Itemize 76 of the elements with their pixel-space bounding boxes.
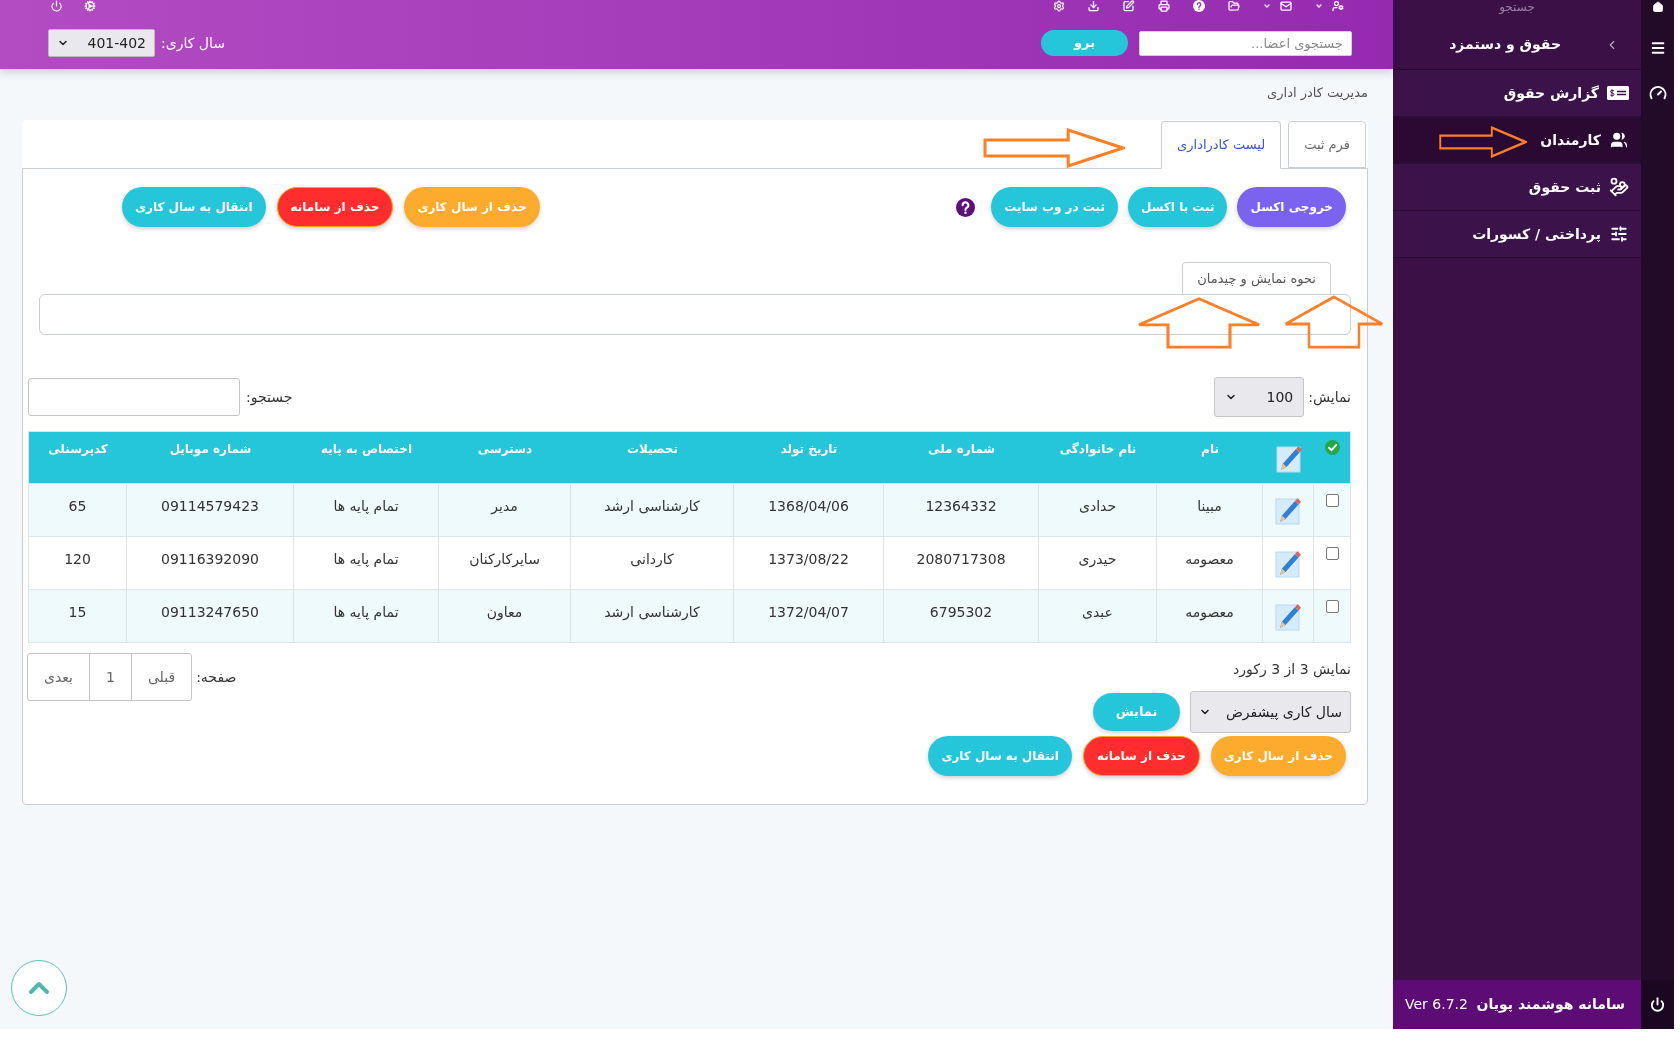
toolbar-button[interactable]: ثبت در وب سایت	[991, 187, 1118, 227]
page-size-label: نمایش:	[1308, 387, 1351, 408]
show-button[interactable]: نمایش	[1093, 693, 1180, 731]
home-icon[interactable]	[1650, 1, 1665, 13]
pencil-icon[interactable]	[1275, 495, 1301, 525]
page-label: صفحه:	[196, 667, 237, 687]
table-cell: تمام پایه ها	[294, 590, 439, 642]
sidebar-item[interactable]: کارمندان	[1393, 117, 1641, 164]
table-cell: معاون	[439, 590, 571, 642]
table-cell: 1372/04/07	[734, 590, 884, 642]
toolbar-button[interactable]: ثبت با اکسل	[1127, 187, 1228, 227]
check-circle-icon[interactable]	[1324, 440, 1340, 455]
sliders-icon	[1609, 225, 1629, 243]
pagination-button[interactable]: بعدی	[27, 653, 90, 701]
users-icon	[1609, 131, 1629, 149]
table-search-field[interactable]	[28, 378, 240, 416]
table-cell: عبدی	[1039, 590, 1157, 642]
table-cell: 09113247650	[127, 590, 294, 642]
user-gear-icon[interactable]	[1331, 0, 1345, 12]
action-button[interactable]: انتقال به سال کاری	[122, 187, 266, 227]
printer-icon[interactable]	[1157, 0, 1171, 12]
year-select[interactable]: سال کاری پیشفرض	[1190, 691, 1351, 733]
hand-coin-icon	[1609, 177, 1629, 197]
toolbar-button[interactable]: خروجی اکسل	[1237, 187, 1346, 227]
column-header[interactable]: نام	[1157, 432, 1263, 483]
app-name: سامانه هوشمند پویان	[1476, 995, 1625, 1015]
pencil-icon[interactable]	[1275, 548, 1301, 578]
caret-icon[interactable]	[1315, 2, 1323, 10]
column-header[interactable]: تاریخ تولد	[734, 432, 884, 483]
member-search-field[interactable]: جستجوی اعضا...	[1139, 30, 1352, 56]
page-title: مدیریت کادر اداری	[1266, 84, 1368, 103]
money-card-icon	[1607, 86, 1629, 100]
column-header[interactable]: شماره ملی	[884, 432, 1039, 483]
row-checkbox[interactable]	[1325, 547, 1339, 560]
action-button[interactable]: حذف از سال کاری	[1210, 736, 1346, 776]
go-button[interactable]: برو	[1041, 30, 1128, 56]
column-header[interactable]: تحصیلات	[571, 432, 734, 483]
page-size-select[interactable]: 100	[1214, 377, 1305, 417]
table-cell: کارشناسی ارشد	[571, 590, 734, 642]
work-year-select[interactable]: 401-402	[48, 29, 155, 57]
action-button[interactable]: انتقال به سال کاری	[928, 736, 1072, 776]
pencil-icon[interactable]	[1275, 601, 1301, 631]
column-header[interactable]: اختصاص به پایه	[294, 432, 439, 483]
column-header[interactable]: نام خانوادگی	[1039, 432, 1157, 483]
version-label: Ver 6.7.2	[1405, 995, 1468, 1014]
column-header[interactable]: دسترسی	[439, 432, 571, 483]
gauge-icon[interactable]	[1648, 84, 1667, 102]
row-checkbox[interactable]	[1325, 600, 1339, 613]
mail-icon[interactable]	[1279, 0, 1293, 12]
help-icon[interactable]	[1193, 0, 1205, 12]
action-button[interactable]: حذف از سال کاری	[404, 187, 540, 227]
pagination-button[interactable]: قبلی	[130, 653, 193, 701]
layout-tab[interactable]: نحوه نمایش و چیدمان	[1182, 262, 1331, 294]
records-summary: نمایش 3 از 3 رکورد	[1233, 660, 1351, 679]
pagination-button[interactable]: 1	[88, 653, 132, 701]
row-checkbox[interactable]	[1325, 494, 1339, 507]
column-header[interactable]: کدپرسنلی	[29, 432, 127, 483]
action-button[interactable]: حذف از سامانه	[1082, 736, 1200, 776]
download-icon[interactable]	[1087, 0, 1100, 12]
work-year-label: سال کاری:	[161, 33, 225, 54]
power-icon[interactable]	[1650, 997, 1665, 1012]
tab[interactable]: لیست کادراداری	[1161, 121, 1282, 169]
column-header[interactable]: شماره موبایل	[127, 432, 294, 483]
tab[interactable]: فرم ثبت	[1288, 121, 1366, 168]
help-icon[interactable]	[956, 197, 976, 217]
caret-icon[interactable]	[1263, 2, 1271, 10]
table-cell: 15	[29, 590, 127, 642]
settings-icon[interactable]	[1053, 0, 1065, 12]
gears-icon[interactable]	[83, 0, 97, 12]
edit-icon[interactable]	[1122, 0, 1135, 12]
sidebar-search-field[interactable]: جستجو	[1393, 0, 1641, 14]
folder-icon[interactable]	[1227, 0, 1241, 12]
table-cell: 6795302	[884, 590, 1039, 642]
search-label: جستجو:	[246, 387, 293, 408]
table-cell: معصومه	[1157, 590, 1263, 642]
action-button[interactable]: حذف از سامانه	[276, 187, 394, 227]
